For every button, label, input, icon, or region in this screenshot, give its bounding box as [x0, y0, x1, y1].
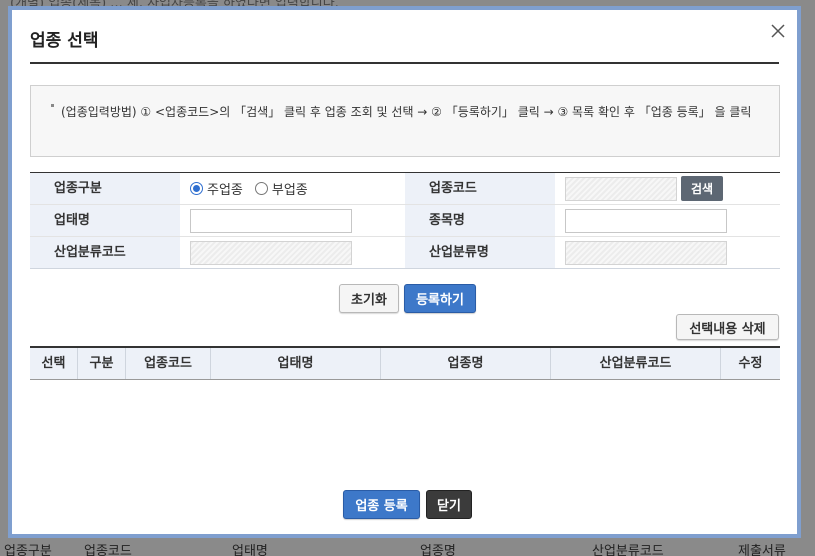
- form-row: 업종구분 주업종 부업종 업종코드 검색: [30, 173, 780, 205]
- guide-text: (업종입력방법) ① <업종코드>의 「검색」 클릭 후 업종 조회 및 선택 …: [61, 105, 752, 119]
- col-type: 구분: [77, 348, 125, 379]
- bg-col: 업종코드: [84, 544, 132, 556]
- title-divider: [30, 62, 779, 64]
- form-row: 산업분류코드 산업분류명: [30, 237, 780, 269]
- business-name-cell: [180, 205, 405, 236]
- main-industry-label[interactable]: 주업종: [207, 179, 243, 198]
- col-classification-code: 산업분류코드: [550, 348, 720, 379]
- close-icon[interactable]: [769, 22, 787, 40]
- bullet-icon: [51, 104, 54, 107]
- industry-code-field: [565, 176, 677, 201]
- sub-industry-label[interactable]: 부업종: [272, 179, 308, 198]
- sub-industry-radio[interactable]: [254, 182, 268, 195]
- bg-col: 업종구분: [4, 544, 52, 556]
- industry-code-label: 산업분류코드: [30, 237, 180, 268]
- item-name-cell: [555, 205, 780, 236]
- input-guide-box: (업종입력방법) ① <업종코드>의 「검색」 클릭 후 업종 조회 및 선택 …: [30, 85, 780, 157]
- type-cell: 주업종 부업종: [180, 173, 405, 204]
- background-table-header: 업종구분 업종코드 업태명 업종명 산업분류코드 제출서류: [0, 540, 815, 556]
- col-code: 업종코드: [125, 348, 210, 379]
- bg-col: 업태명: [232, 544, 268, 556]
- type-radio-group: 주업종 부업종: [190, 179, 316, 198]
- type-label: 업종구분: [30, 173, 180, 204]
- item-name-input[interactable]: [565, 208, 727, 233]
- code-cell: 검색: [555, 173, 780, 204]
- code-label: 업종코드: [405, 173, 555, 204]
- delete-selected-button[interactable]: 선택내용 삭제: [676, 314, 779, 340]
- grid-header: 선택 구분 업종코드 업태명 업종명 산업분류코드 수정: [30, 348, 780, 379]
- form-row: 업태명 종목명: [30, 205, 780, 237]
- col-edit: 수정: [720, 348, 780, 379]
- main-industry-radio[interactable]: [190, 182, 203, 195]
- industry-classification-code-field: [190, 240, 352, 265]
- industry-form: 업종구분 주업종 부업종 업종코드 검색 업태명 종목명 산업분류코드 산업분류…: [30, 172, 780, 269]
- reset-button[interactable]: 초기화: [339, 284, 399, 313]
- industry-select-dialog: 업종 선택 (업종입력방법) ① <업종코드>의 「검색」 클릭 후 업종 조회…: [8, 6, 801, 538]
- industry-grid: 선택 구분 업종코드 업태명 업종명 산업분류코드 수정: [30, 346, 780, 380]
- industry-name-label: 산업분류명: [405, 237, 555, 268]
- bg-col: 제출서류: [738, 544, 786, 556]
- item-name-label: 종목명: [405, 205, 555, 236]
- col-business-name: 업태명: [210, 348, 380, 379]
- submit-industry-button[interactable]: 업종 등록: [343, 490, 420, 519]
- business-name-label: 업태명: [30, 205, 180, 236]
- col-industry-name: 업종명: [380, 348, 550, 379]
- industry-name-cell: [555, 237, 780, 268]
- register-button[interactable]: 등록하기: [404, 284, 476, 313]
- dialog-title: 업종 선택: [30, 31, 99, 51]
- industry-classification-name-field: [565, 240, 727, 265]
- business-name-input[interactable]: [190, 208, 352, 233]
- search-button[interactable]: 검색: [681, 176, 724, 201]
- bg-col: 산업분류코드: [592, 544, 664, 556]
- bg-col: 업종명: [420, 544, 456, 556]
- close-button[interactable]: 닫기: [426, 490, 472, 519]
- industry-code-cell: [180, 237, 405, 268]
- col-select: 선택: [41, 356, 66, 371]
